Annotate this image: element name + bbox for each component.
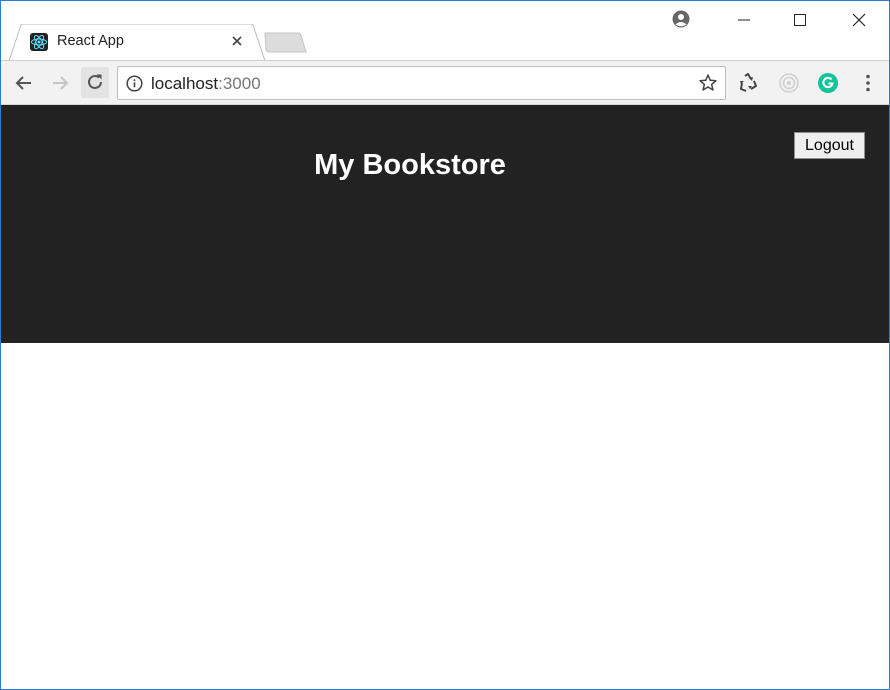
tab-title: React App [57, 33, 124, 49]
reload-icon [88, 74, 102, 89]
page-viewport: My Bookstore Logout [1, 105, 889, 689]
tab-strip: React App [1, 1, 889, 61]
url-text: localhost:3000 [151, 74, 261, 94]
info-icon[interactable] [126, 75, 143, 92]
star-icon[interactable] [698, 73, 718, 93]
browser-window: React App localhost:3000 My Bookstore Lo… [0, 0, 890, 690]
browser-toolbar: localhost:3000 [1, 60, 889, 105]
page-title: My Bookstore [314, 149, 506, 181]
close-icon[interactable] [849, 10, 869, 30]
arrow-left-icon[interactable] [13, 72, 35, 94]
recycle-icon[interactable] [737, 72, 759, 94]
account-icon[interactable] [672, 10, 690, 28]
app-header: My Bookstore Logout [1, 105, 889, 343]
tab-react-app[interactable]: React App [9, 24, 265, 61]
logout-button[interactable]: Logout [794, 132, 865, 159]
react-logo-icon [30, 33, 48, 51]
new-tab-button[interactable] [260, 32, 308, 54]
reload-button[interactable] [81, 67, 109, 98]
grammarly-icon[interactable] [817, 72, 839, 94]
arrow-right-icon[interactable] [49, 72, 71, 94]
maximize-icon[interactable] [790, 10, 810, 30]
minimize-icon[interactable] [734, 10, 754, 30]
url-host: localhost [151, 74, 219, 93]
url-port: :3000 [218, 74, 261, 93]
target-icon[interactable] [778, 72, 800, 94]
tab-close-icon[interactable] [230, 34, 244, 48]
kebab-menu-icon[interactable] [857, 72, 879, 94]
address-bar[interactable]: localhost:3000 [117, 66, 726, 100]
